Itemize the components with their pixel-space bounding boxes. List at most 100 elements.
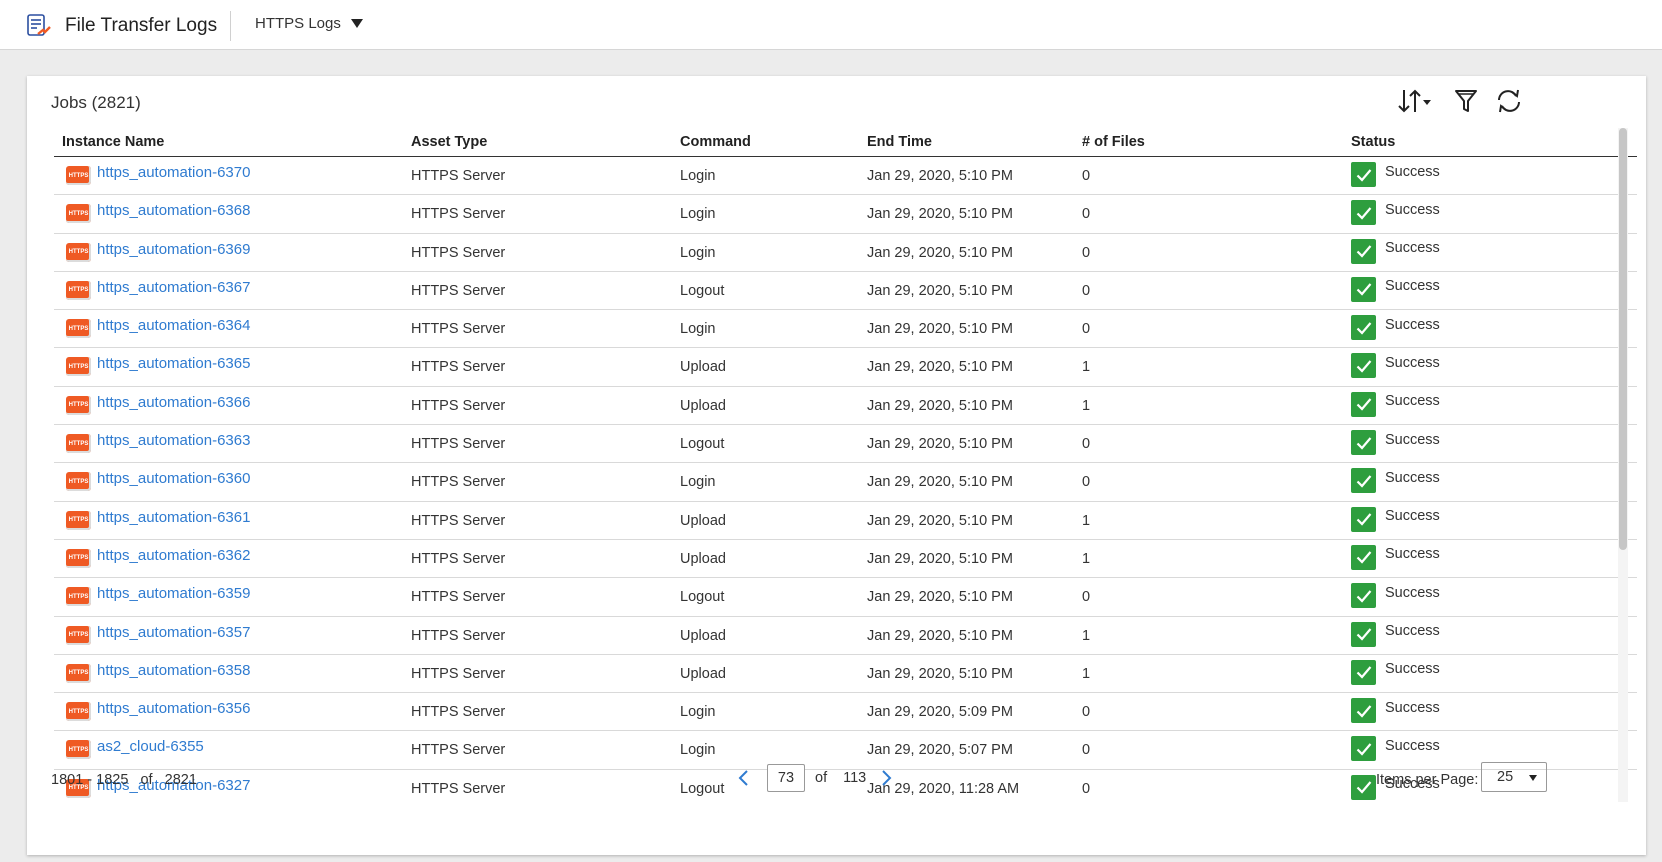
instance-name-link[interactable]: https_automation-6359 [97,585,250,602]
success-check-icon [1351,162,1376,187]
instance-name-link[interactable]: https_automation-6365 [97,355,250,372]
asset-type-cell: HTTPS Server [411,436,506,453]
end-time-cell: Jan 29, 2020, 5:10 PM [867,627,1013,644]
instance-name-link[interactable]: https_automation-6356 [97,700,250,717]
file-count-cell: 0 [1082,436,1091,453]
sort-button[interactable] [1398,86,1431,116]
vertical-scrollbar[interactable] [1618,128,1628,802]
column-header-command[interactable]: Command [680,134,751,150]
table-row[interactable]: HTTPS https_automation-6370 HTTPS Server Lo… [54,157,1637,196]
filter-button[interactable] [1452,86,1482,116]
refresh-button[interactable] [1494,86,1524,116]
status-text: Success [1385,623,1440,640]
table-row[interactable]: HTTPS https_automation-6357 HTTPS Server Up… [54,617,1637,655]
table-row[interactable]: HTTPS https_automation-6362 HTTPS Server Up… [54,540,1637,579]
column-header-status[interactable]: Status [1351,134,1395,150]
instance-name-link[interactable]: https_automation-6369 [97,241,250,258]
command-cell: Logout [680,780,725,797]
file-transfer-logs-icon [27,14,51,38]
sort-icon [1398,86,1431,116]
status-text: Success [1385,508,1440,525]
instance-name-link[interactable]: https_automation-6357 [97,624,250,641]
previous-page-button[interactable] [734,764,752,792]
table-row[interactable]: HTTPS https_automation-6363 HTTPS Server Lo… [54,425,1637,464]
success-check-icon [1351,468,1376,494]
instance-name-link[interactable]: https_automation-6370 [97,164,250,181]
asset-type-cell: HTTPS Server [411,168,506,184]
asset-type-cell: HTTPS Server [411,627,506,644]
file-count-cell: 1 [1082,665,1091,682]
table-row[interactable]: HTTPS https_automation-6360 HTTPS Server Lo… [54,463,1637,502]
success-check-icon [1351,391,1376,417]
file-count-cell: 0 [1082,321,1091,338]
instance-name-cell: HTTPS https_automation-6366 [66,393,250,415]
success-check-icon [1351,315,1376,341]
instance-name-link[interactable]: https_automation-6360 [97,470,250,487]
table-row[interactable]: HTTPS https_automation-6369 HTTPS Server Lo… [54,234,1637,272]
column-header-instance-name[interactable]: Instance Name [62,134,164,150]
logs-type-dropdown[interactable]: HTTPS Logs [255,15,363,32]
asset-type-cell: HTTPS Server [411,589,506,606]
status-cell: Success [1351,238,1440,264]
file-count-cell: 0 [1082,244,1091,261]
table-row[interactable]: HTTPS https_automation-6364 HTTPS Server Lo… [54,310,1637,349]
file-count-cell: 0 [1082,780,1091,797]
top-bar: File Transfer Logs HTTPS Logs [0,0,1662,50]
status-text: Success [1385,661,1440,678]
table-row[interactable]: HTTPS https_automation-6366 HTTPS Server Up… [54,387,1637,426]
instance-name-cell: HTTPS as2_cloud-6355 [66,737,204,760]
scrollbar-thumb[interactable] [1619,128,1627,550]
table-body: HTTPS https_automation-6370 HTTPS Server Lo… [54,157,1637,802]
table-row[interactable]: HTTPS https_automation-6368 HTTPS Server Lo… [54,195,1637,234]
table-row[interactable]: HTTPS https_automation-6356 HTTPS Server Lo… [54,693,1637,732]
instance-name-link[interactable]: https_automation-6358 [97,662,250,679]
instance-name-link[interactable]: https_automation-6367 [97,279,250,296]
command-cell: Login [680,206,716,223]
end-time-cell: Jan 29, 2020, 5:10 PM [867,474,1013,491]
asset-type-cell: HTTPS Server [411,474,506,491]
asset-type-cell: HTTPS Server [411,206,506,223]
pagination-range: 1801 - 1825 of 2821 [51,772,197,788]
table-row[interactable]: HTTPS https_automation-6367 HTTPS Server Lo… [54,272,1637,311]
asset-type-cell: HTTPS Server [411,282,506,299]
file-count-cell: 1 [1082,512,1091,529]
table-row[interactable]: HTTPS https_automation-6358 HTTPS Server Up… [54,655,1637,694]
instance-name-cell: HTTPS https_automation-6362 [66,546,250,568]
next-page-button[interactable] [878,764,896,792]
status-cell: Success [1351,315,1440,341]
asset-type-cell: HTTPS Server [411,512,506,529]
chevron-right-icon [882,770,892,786]
instance-name-cell: HTTPS https_automation-6370 [66,163,250,185]
success-check-icon [1351,353,1376,379]
column-header-end-time[interactable]: End Time [867,134,932,150]
status-cell: Success [1351,200,1440,226]
instance-name-link[interactable]: as2_cloud-6355 [97,738,204,755]
instance-name-link[interactable]: https_automation-6361 [97,509,250,526]
status-cell: Success [1351,621,1440,647]
column-header-asset-type[interactable]: Asset Type [411,134,487,150]
items-per-page-dropdown[interactable]: 25 [1481,762,1547,792]
end-time-cell: Jan 29, 2020, 5:10 PM [867,244,1013,261]
file-count-cell: 1 [1082,359,1091,376]
pagination-controls: of 113 [734,764,896,792]
instance-name-link[interactable]: https_automation-6364 [97,317,250,334]
asset-type-cell: HTTPS Server [411,244,506,261]
https-badge-icon: HTTPS [66,434,91,454]
instance-name-link[interactable]: https_automation-6363 [97,432,250,449]
file-count-cell: 0 [1082,742,1091,759]
column-header-num-files[interactable]: # of Files [1082,134,1145,150]
table-row[interactable]: HTTPS https_automation-6359 HTTPS Server Lo… [54,578,1637,617]
status-cell: Success [1351,353,1440,379]
table-row[interactable]: HTTPS https_automation-6361 HTTPS Server Up… [54,502,1637,540]
file-count-cell: 0 [1082,474,1091,491]
instance-name-link[interactable]: https_automation-6362 [97,547,250,564]
table-row[interactable]: HTTPS https_automation-6365 HTTPS Server Up… [54,348,1637,387]
instance-name-link[interactable]: https_automation-6366 [97,394,250,411]
instance-name-link[interactable]: https_automation-6368 [97,202,250,219]
end-time-cell: Jan 29, 2020, 5:07 PM [867,742,1013,759]
https-badge-icon: HTTPS [66,166,91,185]
status-cell: Success [1351,162,1440,187]
page-number-input[interactable] [767,764,805,792]
success-check-icon [1351,430,1376,456]
file-count-cell: 0 [1082,589,1091,606]
